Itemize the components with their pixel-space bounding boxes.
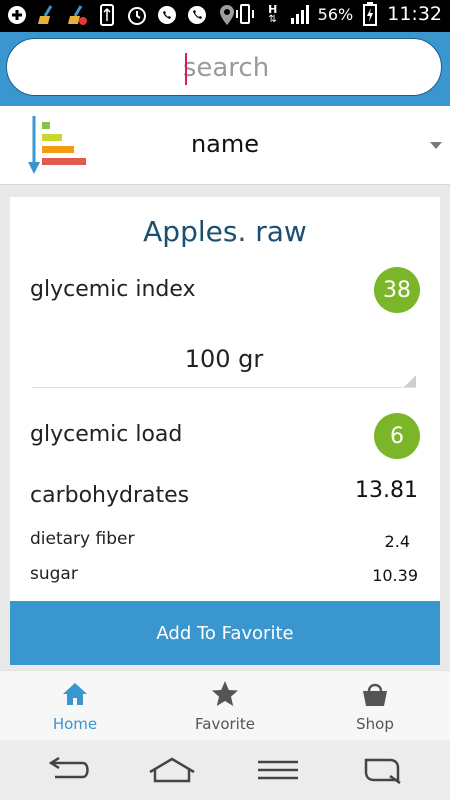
back-icon[interactable] — [42, 754, 94, 786]
glycemic-load-badge: 6 — [374, 413, 420, 459]
nav-shop-label: Shop — [356, 715, 394, 733]
sugar-label: sugar — [30, 564, 78, 584]
home-outline-icon[interactable] — [146, 754, 198, 786]
bottom-nav: Home Favorite Shop — [0, 670, 450, 741]
sort-field-label[interactable]: name — [0, 130, 450, 158]
broom-alert-icon — [66, 4, 88, 26]
signal-icon — [290, 3, 312, 25]
status-left-icons — [6, 4, 238, 26]
search-input[interactable] — [7, 39, 445, 97]
broom-icon — [36, 4, 58, 26]
vibrate-icon — [234, 3, 256, 25]
network-type: H — [268, 2, 278, 16]
quantity-corner-marker — [404, 375, 416, 387]
add-to-favorite-button[interactable]: Add To Favorite — [10, 601, 440, 665]
search-header — [0, 32, 450, 106]
battery-charging-icon — [359, 2, 381, 26]
text-cursor — [185, 53, 187, 85]
nav-home-label: Home — [52, 715, 98, 733]
phone-icon — [186, 4, 208, 26]
system-nav-bar — [0, 740, 450, 800]
star-icon — [212, 681, 238, 706]
nav-favorite-label: Favorite — [195, 715, 255, 733]
chevron-down-icon[interactable] — [430, 142, 442, 149]
status-bar: H ⇅ 56% 11:32 — [0, 0, 450, 32]
quantity-field[interactable]: 100 gr — [32, 337, 416, 388]
sugar-value: 10.39 — [372, 566, 418, 585]
carbohydrates-label: carbohydrates — [30, 483, 190, 508]
menu-icon[interactable] — [252, 754, 304, 786]
plus-icon — [6, 4, 28, 26]
glycemic-index-badge: 38 — [374, 267, 420, 313]
recent-apps-icon[interactable] — [356, 754, 408, 786]
battery-percent: 56% — [317, 4, 354, 24]
clock: 11:32 — [387, 3, 442, 25]
status-right-icons: H ⇅ 56% 11:32 — [234, 2, 442, 26]
search-box[interactable] — [6, 38, 445, 97]
glycemic-index-label: glycemic index — [30, 277, 196, 302]
home-icon — [63, 683, 87, 705]
data-arrows-icon: H ⇅ — [268, 2, 278, 25]
alarm-icon — [126, 4, 148, 26]
quantity-value[interactable]: 100 gr — [185, 345, 264, 373]
glycemic-load-label: glycemic load — [30, 422, 183, 447]
food-name: Apples. raw — [143, 215, 307, 248]
usb-icon — [96, 4, 118, 26]
nav-shop[interactable]: Shop — [300, 671, 450, 741]
dietary-fiber-label: dietary fiber — [30, 529, 135, 549]
whatsapp-icon — [156, 4, 178, 26]
shopping-basket-icon — [363, 683, 387, 706]
nav-favorite[interactable]: Favorite — [150, 671, 300, 741]
food-card: Apples. raw glycemic index 38 100 gr gly… — [10, 197, 440, 665]
dietary-fiber-value: 2.4 — [384, 532, 410, 551]
carbohydrates-value: 13.81 — [355, 478, 418, 503]
nav-home[interactable]: Home — [0, 671, 150, 741]
sort-bar[interactable]: name — [0, 106, 450, 185]
